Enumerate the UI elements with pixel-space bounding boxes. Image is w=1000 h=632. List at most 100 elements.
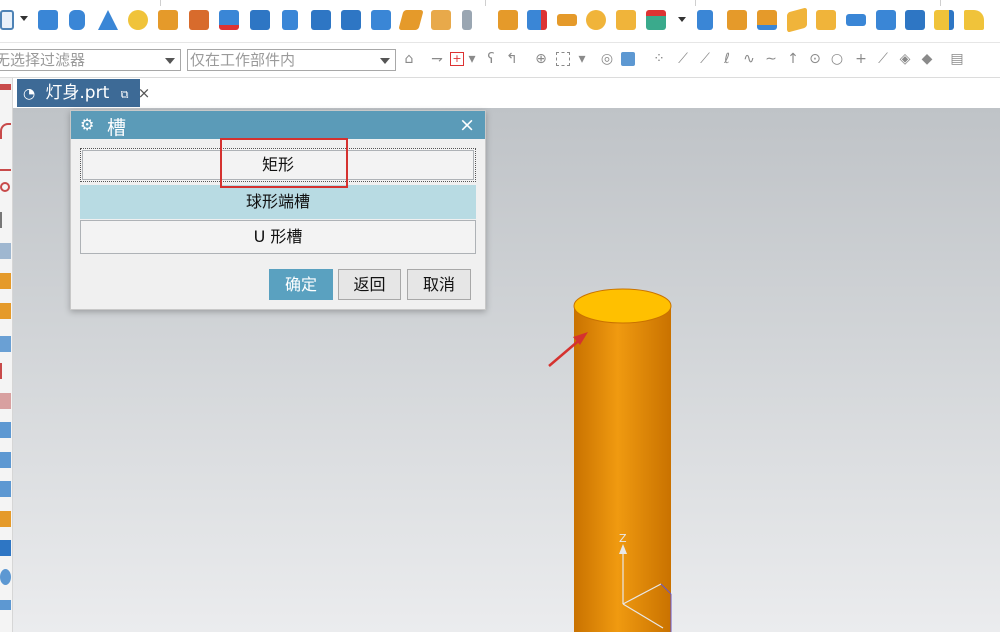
type-filter-combo[interactable]: 无选择过滤器 xyxy=(0,49,181,71)
surface-icon[interactable] xyxy=(964,10,984,30)
ok-button[interactable]: 确定 xyxy=(269,269,333,300)
sphere-icon[interactable] xyxy=(128,10,148,30)
circle-icon[interactable] xyxy=(0,182,10,192)
revolve-icon[interactable] xyxy=(398,10,424,30)
component-icon[interactable]: ʕ xyxy=(484,52,498,66)
dropdown-arrow-icon[interactable] xyxy=(20,16,28,21)
surface-icon[interactable] xyxy=(0,422,11,438)
spline-icon[interactable]: ∿ xyxy=(742,52,756,66)
chevron-down-icon xyxy=(165,58,175,64)
arc-icon[interactable] xyxy=(0,123,11,139)
point-icon[interactable]: ⁘ xyxy=(652,52,666,66)
groove-icon[interactable] xyxy=(311,10,331,30)
close-icon[interactable]: × xyxy=(459,114,475,136)
shaft-icon[interactable] xyxy=(0,600,11,610)
nx5-icon[interactable] xyxy=(219,10,239,30)
toolbar-separator xyxy=(695,0,696,6)
wave-icon[interactable]: ∼ xyxy=(764,52,778,66)
spline-icon[interactable] xyxy=(0,155,11,171)
chevron-down-icon xyxy=(380,58,390,64)
thread-icon[interactable] xyxy=(341,10,361,30)
cone-icon[interactable] xyxy=(98,10,118,30)
datum-icon[interactable] xyxy=(0,243,11,259)
cylinder-icon[interactable] xyxy=(69,10,85,30)
extrude-icon[interactable] xyxy=(371,10,391,30)
hole-icon[interactable] xyxy=(431,10,451,30)
cancel-button[interactable]: 取消 xyxy=(407,269,471,300)
surface-icon[interactable] xyxy=(0,452,11,468)
bracket-icon[interactable] xyxy=(0,212,11,228)
dialog-title: 槽 xyxy=(107,117,127,139)
curve-icon[interactable]: ℓ xyxy=(720,52,734,66)
tab-close-icon[interactable]: × xyxy=(136,79,152,107)
surface-icon[interactable] xyxy=(0,481,11,497)
plus-icon[interactable]: + xyxy=(854,52,868,66)
pocket-icon[interactable] xyxy=(250,10,270,30)
type-filter-value: 无选择过滤器 xyxy=(0,51,86,69)
swept-icon[interactable] xyxy=(0,511,11,527)
gear-icon: ⚙ xyxy=(80,115,95,134)
rectangle-icon[interactable] xyxy=(0,10,14,30)
cube-icon[interactable] xyxy=(0,540,11,556)
dropdown-arrow-icon[interactable] xyxy=(678,17,686,22)
circle-center-icon[interactable]: ⊙ xyxy=(808,52,822,66)
edge-icon[interactable] xyxy=(0,336,11,352)
chamfer-icon[interactable] xyxy=(616,10,636,30)
chevron-down-icon[interactable]: ▾ xyxy=(578,52,586,66)
draft-icon[interactable] xyxy=(697,10,713,30)
pin-icon[interactable]: ↰ xyxy=(505,52,519,66)
subtract-icon[interactable] xyxy=(557,14,577,26)
scope-filter-combo[interactable]: 仅在工作部件内 xyxy=(187,49,396,71)
snap-icon[interactable]: ⇁ xyxy=(430,52,444,66)
face-icon[interactable] xyxy=(0,303,11,319)
mirror-icon[interactable] xyxy=(876,10,896,30)
select-options-icon[interactable]: ⌂ xyxy=(402,52,416,66)
offset-icon[interactable] xyxy=(757,10,777,30)
line-icon[interactable]: ⟋ xyxy=(698,52,712,66)
selection-box-icon[interactable]: + xyxy=(450,52,464,66)
body-icon[interactable] xyxy=(621,52,635,66)
sheet-icon[interactable] xyxy=(0,393,11,409)
ball-end-groove-button[interactable]: 球形端槽 xyxy=(80,185,476,219)
back-button[interactable]: 返回 xyxy=(338,269,401,300)
intersect-icon[interactable] xyxy=(586,10,606,30)
selection-toolbar: 无选择过滤器 仅在工作部件内 ⌂ ⇁ + ▾ ʕ ↰ ⊕ ▾ ◎ ⁘ ⟋ ⟋ ℓ… xyxy=(0,43,1000,78)
sphere-icon[interactable] xyxy=(0,569,11,585)
blend-icon[interactable] xyxy=(646,10,666,30)
trim-icon[interactable] xyxy=(787,7,807,33)
spring-icon[interactable] xyxy=(462,10,472,30)
main-toolbar xyxy=(0,0,1000,43)
pattern-icon[interactable] xyxy=(0,273,11,289)
dialog-titlebar[interactable]: ⚙ 槽 × xyxy=(71,111,485,139)
line-icon[interactable]: ⟋ xyxy=(676,52,690,66)
scope-filter-value: 仅在工作部件内 xyxy=(190,51,296,69)
move-icon[interactable] xyxy=(816,10,836,30)
tab-pin-icon[interactable]: ⧉ xyxy=(121,88,129,101)
toolbar-separator xyxy=(940,0,941,6)
sheet-icon[interactable]: ▤ xyxy=(950,52,964,66)
pad-icon[interactable] xyxy=(189,10,209,30)
sketch-icon[interactable] xyxy=(0,84,11,90)
feature-icon[interactable]: ◎ xyxy=(600,52,614,66)
emboss-icon[interactable] xyxy=(934,10,954,30)
boss-icon[interactable] xyxy=(158,10,178,30)
block-icon[interactable] xyxy=(38,10,58,30)
layer-icon[interactable]: ◆ xyxy=(920,52,934,66)
slot-icon[interactable] xyxy=(282,10,298,30)
circle-icon[interactable]: ○ xyxy=(830,52,844,66)
line-icon[interactable]: ⟋ xyxy=(876,52,890,66)
rectangle-select-icon[interactable] xyxy=(556,52,570,66)
tab-file[interactable]: ◔ 灯身.prt ⧉ xyxy=(17,79,140,107)
unite-icon[interactable] xyxy=(527,10,547,30)
multi-select-icon[interactable]: ⊕ xyxy=(534,52,548,66)
shell-icon[interactable] xyxy=(727,10,747,30)
cylinder-top-face[interactable] xyxy=(573,288,672,324)
sweep-icon[interactable] xyxy=(846,14,866,26)
chevron-down-icon[interactable]: ▾ xyxy=(468,52,476,66)
scale-icon[interactable] xyxy=(905,10,925,30)
point-icon[interactable] xyxy=(0,363,11,379)
filter-icon[interactable]: ◈ xyxy=(898,52,912,66)
u-groove-button[interactable]: U 形槽 xyxy=(80,220,476,254)
tangent-icon[interactable]: ↑ xyxy=(786,52,800,66)
pattern-icon[interactable] xyxy=(498,10,518,30)
